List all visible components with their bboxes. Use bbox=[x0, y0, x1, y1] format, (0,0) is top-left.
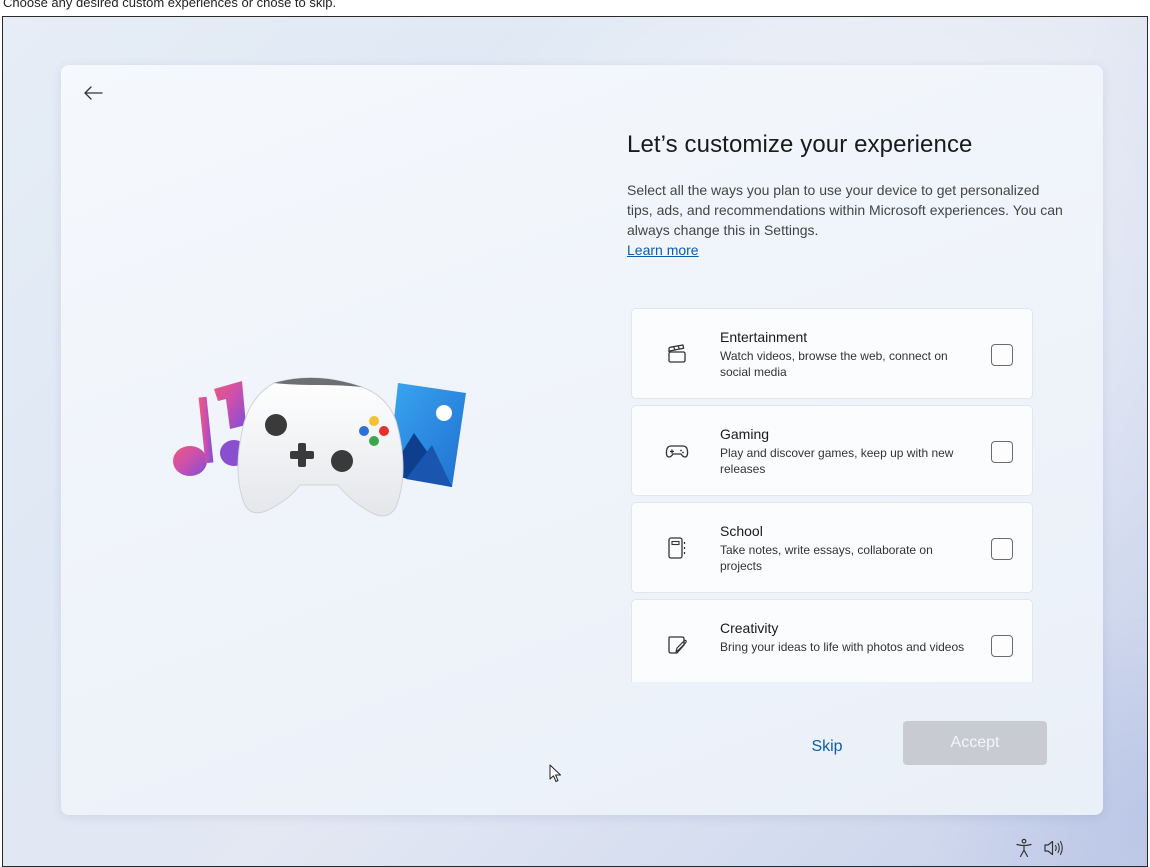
game-controller-icon bbox=[237, 377, 404, 517]
option-description: Take notes, write essays, collaborate on… bbox=[720, 543, 933, 573]
learn-more-link[interactable]: Learn more bbox=[627, 242, 699, 258]
option-creativity-text: Creativity Bring your ideas to life with… bbox=[720, 619, 970, 655]
accept-button[interactable]: Accept bbox=[903, 721, 1047, 765]
volume-button[interactable] bbox=[1043, 837, 1065, 859]
back-arrow-icon bbox=[84, 86, 103, 100]
sticky-note-pen-icon bbox=[664, 632, 690, 658]
accessibility-icon bbox=[1016, 838, 1032, 858]
gamepad-icon bbox=[664, 438, 690, 464]
music-note-icon bbox=[173, 381, 248, 476]
page-title: Let’s customize your experience bbox=[627, 131, 973, 158]
option-entertainment[interactable]: Entertainment Watch videos, browse the w… bbox=[631, 308, 1033, 399]
instruction-caption: Choose any desired custom experiences or… bbox=[3, 0, 337, 10]
experience-illustration bbox=[173, 377, 466, 517]
mouse-cursor-icon bbox=[549, 764, 561, 782]
clapperboard-icon bbox=[664, 341, 690, 367]
option-description: Play and discover games, keep up with ne… bbox=[720, 446, 954, 476]
setup-card: Let’s customize your experience Select a… bbox=[61, 65, 1103, 815]
oobe-window: Let’s customize your experience Select a… bbox=[2, 16, 1148, 867]
experience-options-list[interactable]: Entertainment Watch videos, browse the w… bbox=[631, 308, 1035, 682]
option-entertainment-text: Entertainment Watch videos, browse the w… bbox=[720, 328, 970, 380]
option-school[interactable]: School Take notes, write essays, collabo… bbox=[631, 502, 1033, 593]
creativity-checkbox[interactable] bbox=[991, 635, 1013, 657]
option-title: School bbox=[720, 523, 763, 539]
option-creativity[interactable]: Creativity Bring your ideas to life with… bbox=[631, 599, 1033, 682]
skip-button[interactable]: Skip bbox=[777, 727, 877, 767]
back-button[interactable] bbox=[79, 81, 107, 105]
option-description: Watch videos, browse the web, connect on… bbox=[720, 349, 948, 379]
entertainment-checkbox[interactable] bbox=[991, 344, 1013, 366]
notebook-icon bbox=[664, 535, 690, 561]
description-text: Select all the ways you plan to use your… bbox=[627, 182, 1063, 238]
option-gaming-text: Gaming Play and discover games, keep up … bbox=[720, 425, 970, 477]
page-description: Select all the ways you plan to use your… bbox=[627, 180, 1067, 260]
option-title: Gaming bbox=[720, 426, 770, 442]
option-title: Entertainment bbox=[720, 329, 808, 345]
school-checkbox[interactable] bbox=[991, 538, 1013, 560]
volume-icon bbox=[1044, 840, 1063, 856]
option-title: Creativity bbox=[720, 620, 779, 636]
option-description: Bring your ideas to life with photos and… bbox=[720, 640, 965, 654]
gaming-checkbox[interactable] bbox=[991, 441, 1013, 463]
option-school-text: School Take notes, write essays, collabo… bbox=[720, 522, 970, 574]
accessibility-button[interactable] bbox=[1013, 837, 1035, 859]
option-gaming[interactable]: Gaming Play and discover games, keep up … bbox=[631, 405, 1033, 496]
